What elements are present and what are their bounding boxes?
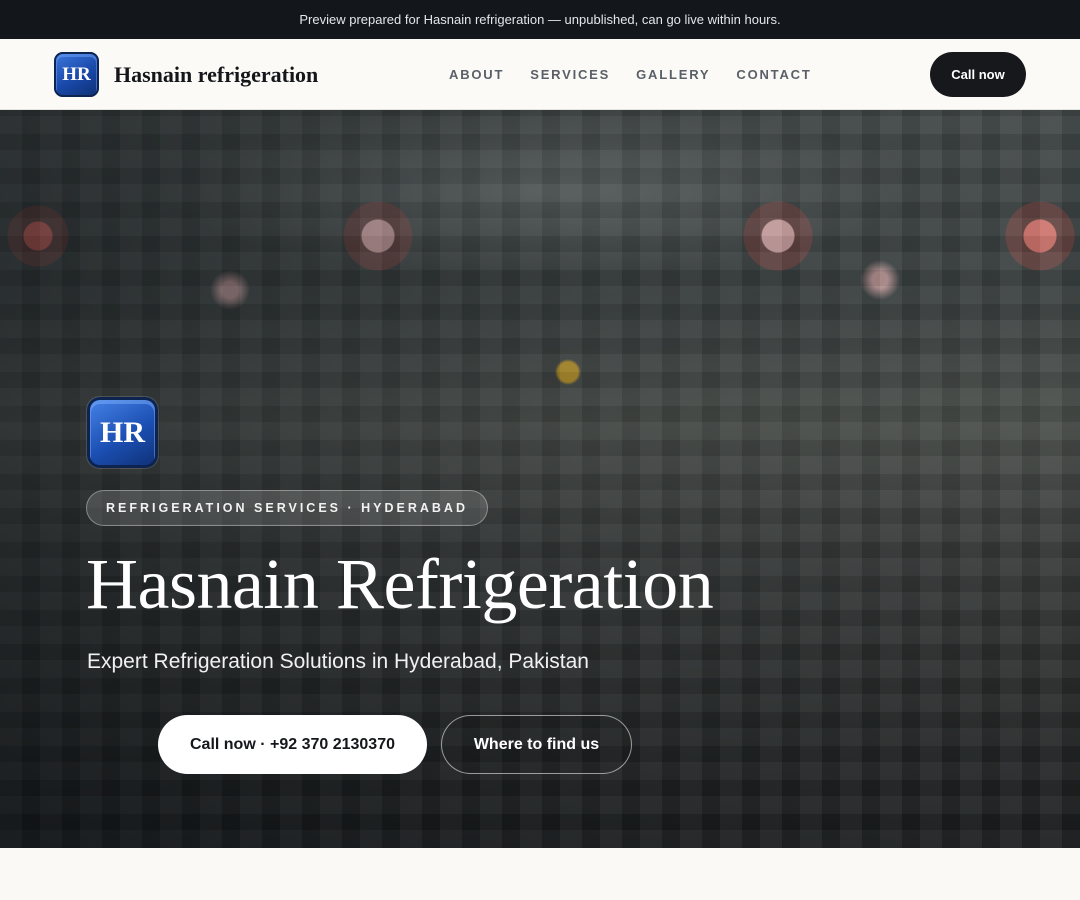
site-header: HR Hasnain refrigeration ABOUT SERVICES … xyxy=(0,39,1080,110)
hero-subtitle: Expert Refrigeration Solutions in Hydera… xyxy=(87,650,589,673)
nav-link-services[interactable]: SERVICES xyxy=(530,67,610,82)
hero-tag-badge: REFRIGERATION SERVICES · HYDERABAD xyxy=(86,490,488,526)
preview-banner-text: Preview prepared for Hasnain refrigerati… xyxy=(299,12,781,27)
nav-link-gallery[interactable]: GALLERY xyxy=(636,67,710,82)
nav-link-contact[interactable]: CONTACT xyxy=(736,67,811,82)
hero-title: Hasnain Refrigeration xyxy=(86,544,714,624)
brand-logo-icon: HR xyxy=(54,52,99,97)
brand-logo-text: HR xyxy=(62,63,91,85)
hero-section: HR REFRIGERATION SERVICES · HYDERABAD Ha… xyxy=(0,110,1080,848)
hero-logo-icon: HR xyxy=(87,397,158,468)
next-section xyxy=(0,848,1080,900)
header-call-button[interactable]: Call now xyxy=(930,52,1026,97)
hero-content: HR REFRIGERATION SERVICES · HYDERABAD Ha… xyxy=(0,110,1080,848)
nav-link-about[interactable]: ABOUT xyxy=(449,67,504,82)
hero-logo-text: HR xyxy=(100,415,145,449)
main-nav: ABOUT SERVICES GALLERY CONTACT xyxy=(449,39,838,109)
brand-name: Hasnain refrigeration xyxy=(114,61,319,87)
brand[interactable]: HR Hasnain refrigeration xyxy=(54,52,318,97)
preview-banner: Preview prepared for Hasnain refrigerati… xyxy=(0,0,1080,39)
hero-call-button[interactable]: Call now · +92 370 2130370 xyxy=(158,715,427,774)
hero-location-button[interactable]: Where to find us xyxy=(441,715,632,774)
